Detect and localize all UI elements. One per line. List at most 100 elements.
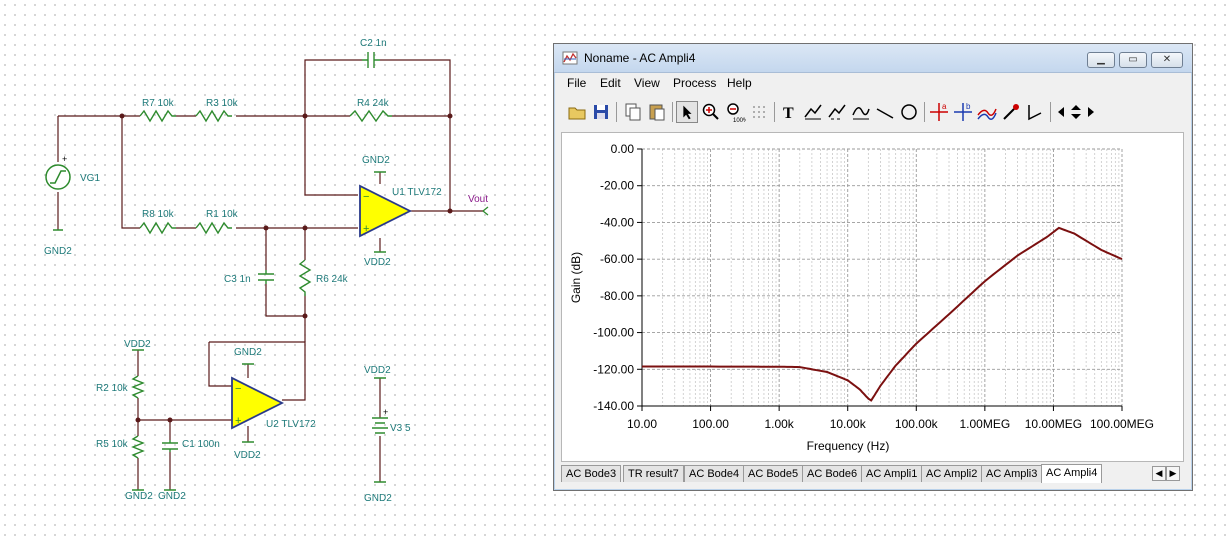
u2-label: U2 TLV172	[266, 419, 316, 430]
svg-text:−: −	[235, 383, 241, 395]
window-title: Noname - AC Ampli4	[584, 51, 696, 65]
grid-icon[interactable]	[748, 101, 770, 123]
menu-help[interactable]: Help	[727, 76, 752, 90]
v3-gnd-label: GND2	[364, 493, 392, 504]
r3-symbol[interactable]	[195, 109, 232, 123]
menu-view[interactable]: View	[634, 76, 660, 90]
y-tick-label: -20.00	[600, 179, 634, 193]
r8-symbol[interactable]	[139, 221, 176, 235]
svg-text:b: b	[966, 102, 971, 111]
bode-plot[interactable]: 0.00 -20.00 -40.00 -60.00 -80.00 -100.00 -120.…	[562, 133, 1183, 461]
curve-tool-1-icon[interactable]	[802, 101, 824, 123]
tab-ac-ampli4[interactable]: AC Ampli4	[1041, 464, 1103, 483]
r4-label: R4 24k	[357, 98, 390, 109]
r3-label: R3 10k	[206, 98, 239, 109]
tab-ac-bode3[interactable]: AC Bode3	[561, 465, 622, 482]
tab-ac-bode6[interactable]: AC Bode6	[802, 465, 863, 482]
cursor-b-icon[interactable]: b	[952, 101, 974, 123]
analysis-window: Noname - AC Ampli4 ▁ ▭ ✕ File Edit View …	[553, 43, 1193, 491]
nav-updown-icon[interactable]	[1068, 101, 1084, 123]
r5-symbol[interactable]	[131, 435, 145, 459]
r2-symbol[interactable]	[131, 375, 145, 399]
c1-label: C1 100n	[182, 439, 220, 450]
x-tick-label: 10.00k	[830, 417, 867, 431]
u2-gnd-label: GND2	[234, 347, 262, 358]
tab-tr-result7[interactable]: TR result7	[623, 465, 684, 482]
zoom-100-icon[interactable]: 100%	[724, 101, 746, 123]
menu-edit[interactable]: Edit	[600, 76, 621, 90]
c2-symbol[interactable]	[362, 52, 380, 68]
angle-icon[interactable]	[1024, 101, 1046, 123]
svg-text:a: a	[942, 102, 947, 111]
zoom-in-icon[interactable]	[700, 101, 722, 123]
svg-text:+: +	[235, 415, 241, 427]
r1-symbol[interactable]	[195, 221, 232, 235]
x-axis-label: Frequency (Hz)	[807, 439, 890, 453]
cursor-curve-icon[interactable]	[976, 101, 998, 123]
y-tick-label: -40.00	[600, 215, 634, 229]
tab-ac-bode4[interactable]: AC Bode4	[684, 465, 745, 482]
title-bar[interactable]: Noname - AC Ampli4 ▁ ▭ ✕	[554, 44, 1192, 73]
close-button[interactable]: ✕	[1151, 52, 1183, 68]
maximize-button[interactable]: ▭	[1119, 52, 1147, 68]
maximize-icon: ▭	[1128, 54, 1138, 65]
r7-symbol[interactable]	[139, 109, 176, 123]
r6-label: R6 24k	[316, 274, 349, 285]
line-icon[interactable]	[874, 101, 896, 123]
tab-scroll-left-icon[interactable]: ◀	[1152, 466, 1166, 481]
r5-gnd-label: GND2	[125, 491, 153, 502]
tab-ac-bode5[interactable]: AC Bode5	[743, 465, 804, 482]
r6-symbol[interactable]	[298, 259, 312, 296]
x-tick-label: 1.00k	[764, 417, 794, 431]
schematic-canvas[interactable]: + + − + − + C2 1n R7 10k R3 10k R4 24k V…	[0, 0, 552, 541]
r2-label: R2 10k	[96, 383, 129, 394]
y-tick-label: -80.00	[600, 289, 634, 303]
menu-file[interactable]: File	[567, 76, 586, 90]
vg1-gnd-label: GND2	[44, 246, 72, 257]
nav-right-icon[interactable]	[1084, 101, 1098, 123]
r1-label: R1 10k	[206, 209, 239, 220]
pointer-icon[interactable]	[676, 101, 698, 123]
x-tick-label: 100.00	[692, 417, 729, 431]
minimize-button[interactable]: ▁	[1087, 52, 1115, 68]
c1-symbol[interactable]	[162, 440, 178, 452]
v3-battery[interactable]	[372, 417, 388, 434]
result-tabs: AC Bode3 TR result7 AC Bode4 AC Bode5 AC…	[561, 464, 1184, 484]
tab-ac-ampli1[interactable]: AC Ampli1	[861, 465, 923, 482]
r4-symbol[interactable]	[349, 109, 392, 123]
svg-text:−: −	[363, 191, 369, 203]
x-tick-label: 10.00MEG	[1025, 417, 1082, 431]
tab-ac-ampli3[interactable]: AC Ampli3	[981, 465, 1043, 482]
r2-vdd-label: VDD2	[124, 339, 151, 350]
plot-area[interactable]: 0.00 -20.00 -40.00 -60.00 -80.00 -100.00 -120.…	[561, 132, 1184, 462]
curve-tool-3-icon[interactable]	[850, 101, 872, 123]
y-tick-label: 0.00	[611, 142, 635, 156]
svg-text:T: T	[783, 105, 794, 122]
nav-left-icon[interactable]	[1054, 101, 1068, 123]
curve-tool-2-icon[interactable]	[826, 101, 848, 123]
menu-process[interactable]: Process	[673, 76, 716, 90]
u1-gnd-label: GND2	[362, 155, 390, 166]
svg-text:+: +	[383, 407, 388, 417]
u1-vdd-label: VDD2	[364, 257, 391, 268]
paste-icon[interactable]	[646, 101, 668, 123]
c1-gnd-label: GND2	[158, 491, 186, 502]
svg-text:+: +	[62, 154, 67, 164]
v3-label: V3 5	[390, 423, 411, 434]
r7-label: R7 10k	[142, 98, 175, 109]
circle-icon[interactable]	[898, 101, 920, 123]
c3-symbol[interactable]	[258, 270, 274, 284]
x-tick-label: 100.00k	[895, 417, 939, 431]
text-icon[interactable]: T	[778, 101, 800, 123]
y-tick-label: -140.00	[593, 399, 634, 413]
tab-scroll-right-icon[interactable]: ▶	[1166, 466, 1180, 481]
copy-icon[interactable]	[622, 101, 644, 123]
cursor-a-icon[interactable]: a	[928, 101, 950, 123]
y-tick-label: -100.00	[593, 326, 634, 340]
probe-icon[interactable]	[1000, 101, 1022, 123]
save-icon[interactable]	[590, 101, 612, 123]
y-axis-label: Gain (dB)	[569, 252, 583, 303]
u2-vdd-label: VDD2	[234, 450, 261, 461]
tab-ac-ampli2[interactable]: AC Ampli2	[921, 465, 983, 482]
open-icon[interactable]	[566, 101, 588, 123]
